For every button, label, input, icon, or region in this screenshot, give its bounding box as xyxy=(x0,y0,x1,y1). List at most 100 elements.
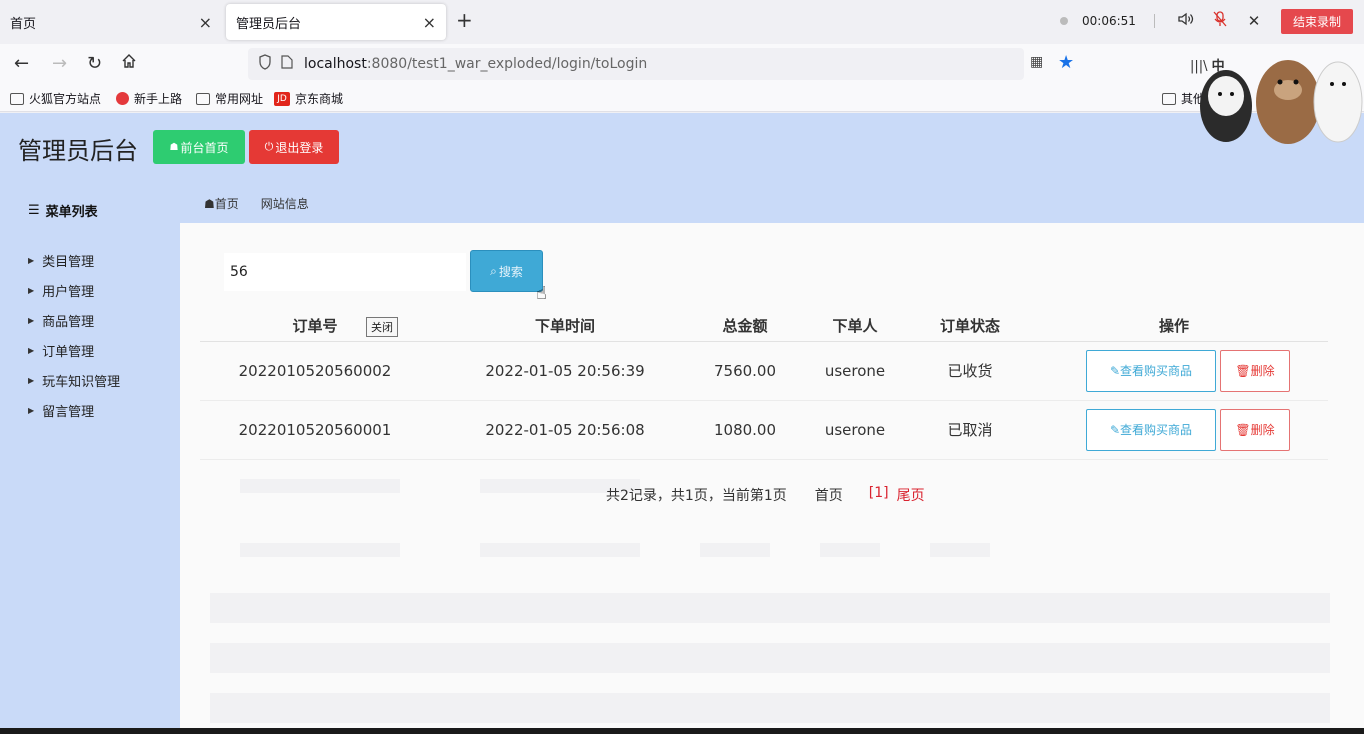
breadcrumb: ☗首页 网站信息 xyxy=(204,195,309,212)
breadcrumb-current[interactable]: 网站信息 xyxy=(261,195,309,212)
sidebar-item-label: 订单管理 xyxy=(42,344,95,360)
close-icon[interactable]: × xyxy=(423,13,436,32)
admin-page: 管理员后台 ☗ 前台首页 ⏻ 退出登录 ☰ 菜单列表 ▶ 类目管理 ▶ 用户管理 ▶… xyxy=(0,113,1364,728)
bookmark-item[interactable]: JD 京东商城 xyxy=(274,90,343,107)
logout-button-label: 退出登录 xyxy=(275,140,324,155)
column-header: 总金额 xyxy=(700,311,790,342)
home-icon: ☗ xyxy=(204,197,215,211)
bookmark-label: 常用网址 xyxy=(215,92,264,106)
bookmark-star-icon[interactable]: ★ xyxy=(1058,52,1074,73)
sidebar-item-users[interactable]: ▶ 用户管理 xyxy=(28,275,120,305)
sidebar-item-label: 用户管理 xyxy=(42,284,95,300)
bookmark-label: 京东商城 xyxy=(295,92,344,106)
ghost-artifact xyxy=(480,543,640,557)
view-products-button[interactable]: ✎查看购买商品 xyxy=(1086,408,1216,451)
order-number: 2022010520560001 xyxy=(200,400,430,460)
bookmark-label: 新手上路 xyxy=(134,92,183,106)
home-button[interactable]: ☗ 前台首页 xyxy=(153,130,245,164)
view-products-button[interactable]: ✎查看购买商品 xyxy=(1086,349,1216,392)
sidebar-item-category[interactable]: ▶ 类目管理 xyxy=(28,245,120,275)
recording-dot-icon xyxy=(1060,17,1068,25)
mic-muted-icon[interactable] xyxy=(1203,11,1237,31)
speaker-icon[interactable] xyxy=(1169,12,1203,30)
delete-button[interactable]: 🗑删除 xyxy=(1220,408,1290,451)
ghost-artifact xyxy=(210,693,1330,723)
column-header: 订单状态 xyxy=(920,311,1020,342)
column-header: 下单时间 xyxy=(430,311,700,342)
url-bar[interactable]: localhost:8080/test1_war_exploded/login/… xyxy=(248,48,1024,80)
logout-button[interactable]: ⏻ 退出登录 xyxy=(249,130,339,164)
bookmark-item[interactable]: 新手上路 xyxy=(116,90,182,107)
search-button[interactable]: ⌕ 搜索 xyxy=(470,250,543,292)
breadcrumb-home-label: 首页 xyxy=(214,197,239,211)
sidebar-item-knowledge[interactable]: ▶ 玩车知识管理 xyxy=(28,365,120,395)
view-products-label: 查看购买商品 xyxy=(1120,363,1193,378)
close-icon[interactable]: ✕ xyxy=(1237,12,1271,30)
ghost-artifact xyxy=(210,643,1330,673)
delete-label: 删除 xyxy=(1250,422,1275,437)
ghost-artifact xyxy=(240,543,400,557)
home-icon: ☗ xyxy=(169,141,179,153)
pagination-summary: 共2记录，共1页，当前第1页 xyxy=(606,488,787,504)
page-title: 管理员后台 xyxy=(18,137,138,165)
close-icon[interactable]: × xyxy=(199,13,212,32)
bookmark-item[interactable]: 火狐官方站点 xyxy=(10,90,101,107)
column-header: 订单号 xyxy=(200,311,430,342)
recording-time: 00:06:51 xyxy=(1082,14,1136,28)
folder-icon xyxy=(1162,92,1176,105)
tab-label: 首页 xyxy=(10,16,37,32)
sidebar-item-products[interactable]: ▶ 商品管理 xyxy=(28,305,120,335)
sidebar-item-orders[interactable]: ▶ 订单管理 xyxy=(28,335,120,365)
tab-home[interactable]: 首页 × xyxy=(0,4,222,40)
folder-icon xyxy=(196,92,210,105)
first-page-link[interactable]: 首页 xyxy=(815,485,843,505)
search-input[interactable] xyxy=(224,253,466,291)
ghost-artifact xyxy=(240,479,400,493)
back-arrow-icon[interactable]: ← xyxy=(14,53,29,74)
column-header: 操作 xyxy=(1020,311,1328,342)
order-time: 2022-01-05 20:56:39 xyxy=(430,341,700,401)
order-number: 2022010520560002 xyxy=(200,341,430,401)
folder-icon xyxy=(10,92,24,105)
firefox-icon xyxy=(116,92,129,105)
new-tab-icon[interactable]: + xyxy=(456,8,473,32)
ghost-artifact xyxy=(700,543,770,557)
order-amount: 7560.00 xyxy=(700,341,790,401)
url-path: :8080/test1_war_exploded/login/toLogin xyxy=(366,56,648,72)
forward-arrow-icon[interactable]: → xyxy=(52,53,67,74)
bookmark-item[interactable]: 常用网址 xyxy=(196,90,263,107)
qr-code-icon[interactable]: ▦ xyxy=(1030,54,1043,70)
tab-admin[interactable]: 管理员后台 × xyxy=(226,4,446,40)
view-products-label: 查看购买商品 xyxy=(1120,422,1193,437)
table-header-row: 订单号 下单时间 总金额 下单人 订单状态 操作 xyxy=(200,311,1328,342)
order-status: 已收货 xyxy=(920,341,1020,401)
stop-recording-button[interactable]: 结束录制 xyxy=(1281,8,1354,34)
sidebar-item-messages[interactable]: ▶ 留言管理 xyxy=(28,395,120,425)
caret-right-icon: ▶ xyxy=(28,375,35,385)
page-icon[interactable] xyxy=(276,55,298,73)
bookmark-label: 火狐官方站点 xyxy=(29,92,102,106)
list-icon: ☰ xyxy=(28,203,40,218)
caret-right-icon: ▶ xyxy=(28,315,35,325)
breadcrumb-home[interactable]: ☗首页 xyxy=(204,195,239,212)
delete-label: 删除 xyxy=(1250,363,1275,378)
edit-icon: ✎ xyxy=(1109,363,1121,378)
order-amount: 1080.00 xyxy=(700,400,790,460)
home-icon[interactable] xyxy=(121,53,137,74)
caret-right-icon: ▶ xyxy=(28,345,35,355)
delete-button[interactable]: 🗑删除 xyxy=(1220,349,1290,392)
current-page-link[interactable]: [1] xyxy=(869,485,889,505)
shield-icon[interactable] xyxy=(254,54,276,74)
edit-icon: ✎ xyxy=(1109,422,1121,437)
trash-icon: 🗑 xyxy=(1235,363,1251,378)
jd-logo-icon: JD xyxy=(274,91,290,106)
last-page-link[interactable]: 尾页 xyxy=(897,485,925,505)
caret-right-icon: ▶ xyxy=(28,405,35,415)
sidebar: ☰ 菜单列表 ▶ 类目管理 ▶ 用户管理 ▶ 商品管理 ▶ 订单管理 ▶ 玩车知识管理 ▶… xyxy=(0,183,178,728)
reload-icon[interactable]: ↻ xyxy=(87,53,102,74)
url-text[interactable]: localhost:8080/test1_war_exploded/login/… xyxy=(304,56,647,72)
bookmarks-bar: 火狐官方站点 新手上路 常用网址 JD京东商城 其他书签 xyxy=(0,84,1364,112)
taskbar xyxy=(0,728,1364,734)
